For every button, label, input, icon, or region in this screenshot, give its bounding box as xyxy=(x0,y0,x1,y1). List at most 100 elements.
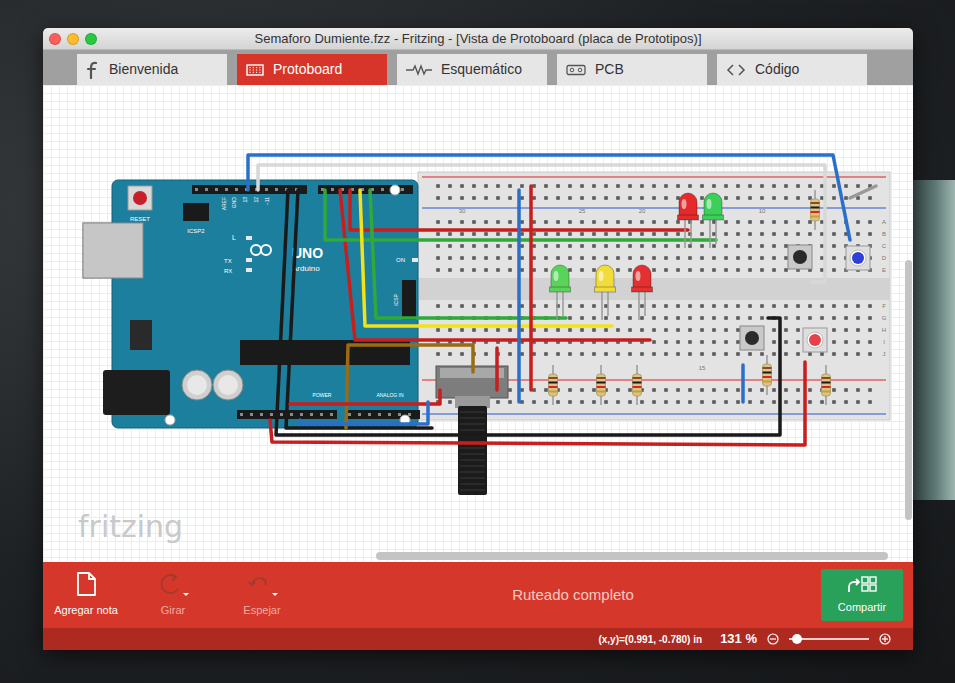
view-tab[interactable]: Esquemático xyxy=(397,54,547,85)
wire[interactable] xyxy=(850,186,876,198)
resistor[interactable] xyxy=(597,365,606,405)
share-button[interactable]: Compartir xyxy=(821,569,903,621)
board-label: ON xyxy=(396,257,405,263)
breadboard-label: J xyxy=(883,351,886,357)
toolbar-label: Agregar nota xyxy=(54,602,118,619)
breadboard-canvas[interactable]: fritzing3025201015ABCDEFGHIJRESETICSP2AR… xyxy=(43,85,913,562)
wire[interactable] xyxy=(276,190,780,435)
led[interactable] xyxy=(703,193,724,248)
toolbar-button[interactable]: Girar xyxy=(143,571,203,619)
view-tab[interactable]: Código xyxy=(717,54,867,85)
breadboard-label: B xyxy=(882,231,886,237)
view-tab[interactable]: PCB xyxy=(557,54,707,85)
board-label: AREF xyxy=(221,197,227,210)
tab-label: PCB xyxy=(595,59,624,80)
view-tab[interactable]: Protoboard xyxy=(237,54,387,85)
arduino-uno[interactable]: RESETICSP2AREFGND1312~11TXRXLUNOArduinoO… xyxy=(83,180,420,428)
share-label: Compartir xyxy=(838,599,886,616)
mirror-icon xyxy=(245,571,279,597)
status-bar: (x,y)=(0.991, -0.780) in 131 % xyxy=(43,628,913,650)
tab-bar: Bienvenida Protoboard Esquemático PCB Código xyxy=(43,50,913,85)
round-led[interactable] xyxy=(846,246,870,270)
breadboard-label: H xyxy=(882,327,886,333)
toolbar-button[interactable]: Espejar xyxy=(227,571,297,619)
wire[interactable] xyxy=(286,190,432,428)
led-body xyxy=(596,265,614,290)
resistor[interactable] xyxy=(633,365,642,405)
toolbar-label: Girar xyxy=(161,602,185,619)
board-label: RX xyxy=(224,268,232,274)
breadboard-label: D xyxy=(882,255,887,261)
view-tab[interactable]: Bienvenida xyxy=(77,54,227,85)
tab-label: Código xyxy=(755,59,799,80)
wire[interactable] xyxy=(495,348,499,390)
tab-label: Protoboard xyxy=(273,59,342,80)
share-icon xyxy=(847,575,877,595)
wire[interactable] xyxy=(360,190,612,326)
cursor-coordinates: (x,y)=(0.991, -0.780) in xyxy=(598,632,702,647)
board-label: 13 xyxy=(242,197,248,203)
zoom-out-icon[interactable] xyxy=(767,633,779,645)
wire[interactable] xyxy=(346,345,473,428)
led-body xyxy=(679,193,697,218)
zoom-slider-knob[interactable] xyxy=(792,634,802,644)
board-label: ICSP xyxy=(393,294,399,306)
led-light xyxy=(852,252,864,264)
close-button[interactable] xyxy=(49,33,61,45)
breadboard-label: 25 xyxy=(579,208,586,214)
breadboard-label: I xyxy=(883,339,885,345)
wire[interactable] xyxy=(248,155,850,240)
toolbar: Agregar nota Girar Espejar Ruteado completo… xyxy=(43,562,913,628)
rotate-icon xyxy=(156,571,190,597)
breadboard[interactable]: 3025201015ABCDEFGHIJ xyxy=(418,172,890,420)
routing-status: Ruteado completo xyxy=(297,584,821,607)
board-label: TX xyxy=(224,258,232,264)
minimize-button[interactable] xyxy=(67,33,79,45)
round-led[interactable] xyxy=(803,328,827,352)
wire[interactable] xyxy=(529,186,533,390)
led-body xyxy=(704,193,722,218)
resistor[interactable] xyxy=(549,365,558,405)
wire[interactable] xyxy=(370,190,566,318)
resistor[interactable] xyxy=(763,355,772,395)
zoom-slider[interactable] xyxy=(789,638,869,640)
breadboard-label: 20 xyxy=(639,208,646,214)
resistor[interactable] xyxy=(822,365,831,405)
board-label: POWER xyxy=(313,392,332,398)
code-icon xyxy=(726,63,746,77)
wire[interactable] xyxy=(741,365,745,402)
zoom-in-icon[interactable] xyxy=(879,633,891,645)
led[interactable] xyxy=(550,265,571,320)
board-label: L xyxy=(232,234,236,241)
board-label: Arduino xyxy=(292,264,320,273)
wire[interactable] xyxy=(300,402,428,424)
zoom-button[interactable] xyxy=(85,33,97,45)
wire[interactable] xyxy=(517,190,521,402)
wire[interactable] xyxy=(270,362,805,445)
breadboard-label: E xyxy=(882,267,886,273)
toolbar-label: Espejar xyxy=(243,602,280,619)
wire[interactable] xyxy=(290,390,440,404)
led-body xyxy=(551,265,569,290)
vertical-scrollbar[interactable] xyxy=(905,260,912,520)
breadboard-icon xyxy=(246,63,264,77)
horizontal-scrollbar[interactable] xyxy=(376,552,888,560)
push-button[interactable] xyxy=(788,245,812,269)
toolbar-button[interactable]: Agregar nota xyxy=(55,571,117,619)
pcb-icon xyxy=(566,64,586,76)
board-label: GND xyxy=(231,197,237,209)
board-label: 12 xyxy=(253,197,259,203)
led[interactable] xyxy=(678,193,699,248)
breadboard-label: F xyxy=(882,303,886,309)
led-body xyxy=(633,265,651,290)
push-button[interactable] xyxy=(740,326,764,350)
note-icon xyxy=(74,571,98,597)
led[interactable] xyxy=(632,265,653,320)
breadboard-label: 30 xyxy=(459,208,466,214)
resistor[interactable] xyxy=(811,190,820,230)
tab-label: Esquemático xyxy=(441,59,522,80)
wire[interactable] xyxy=(340,190,650,340)
breadboard-label: 10 xyxy=(759,208,766,214)
led[interactable] xyxy=(595,265,616,320)
zoom-value: 131 % xyxy=(720,629,757,649)
